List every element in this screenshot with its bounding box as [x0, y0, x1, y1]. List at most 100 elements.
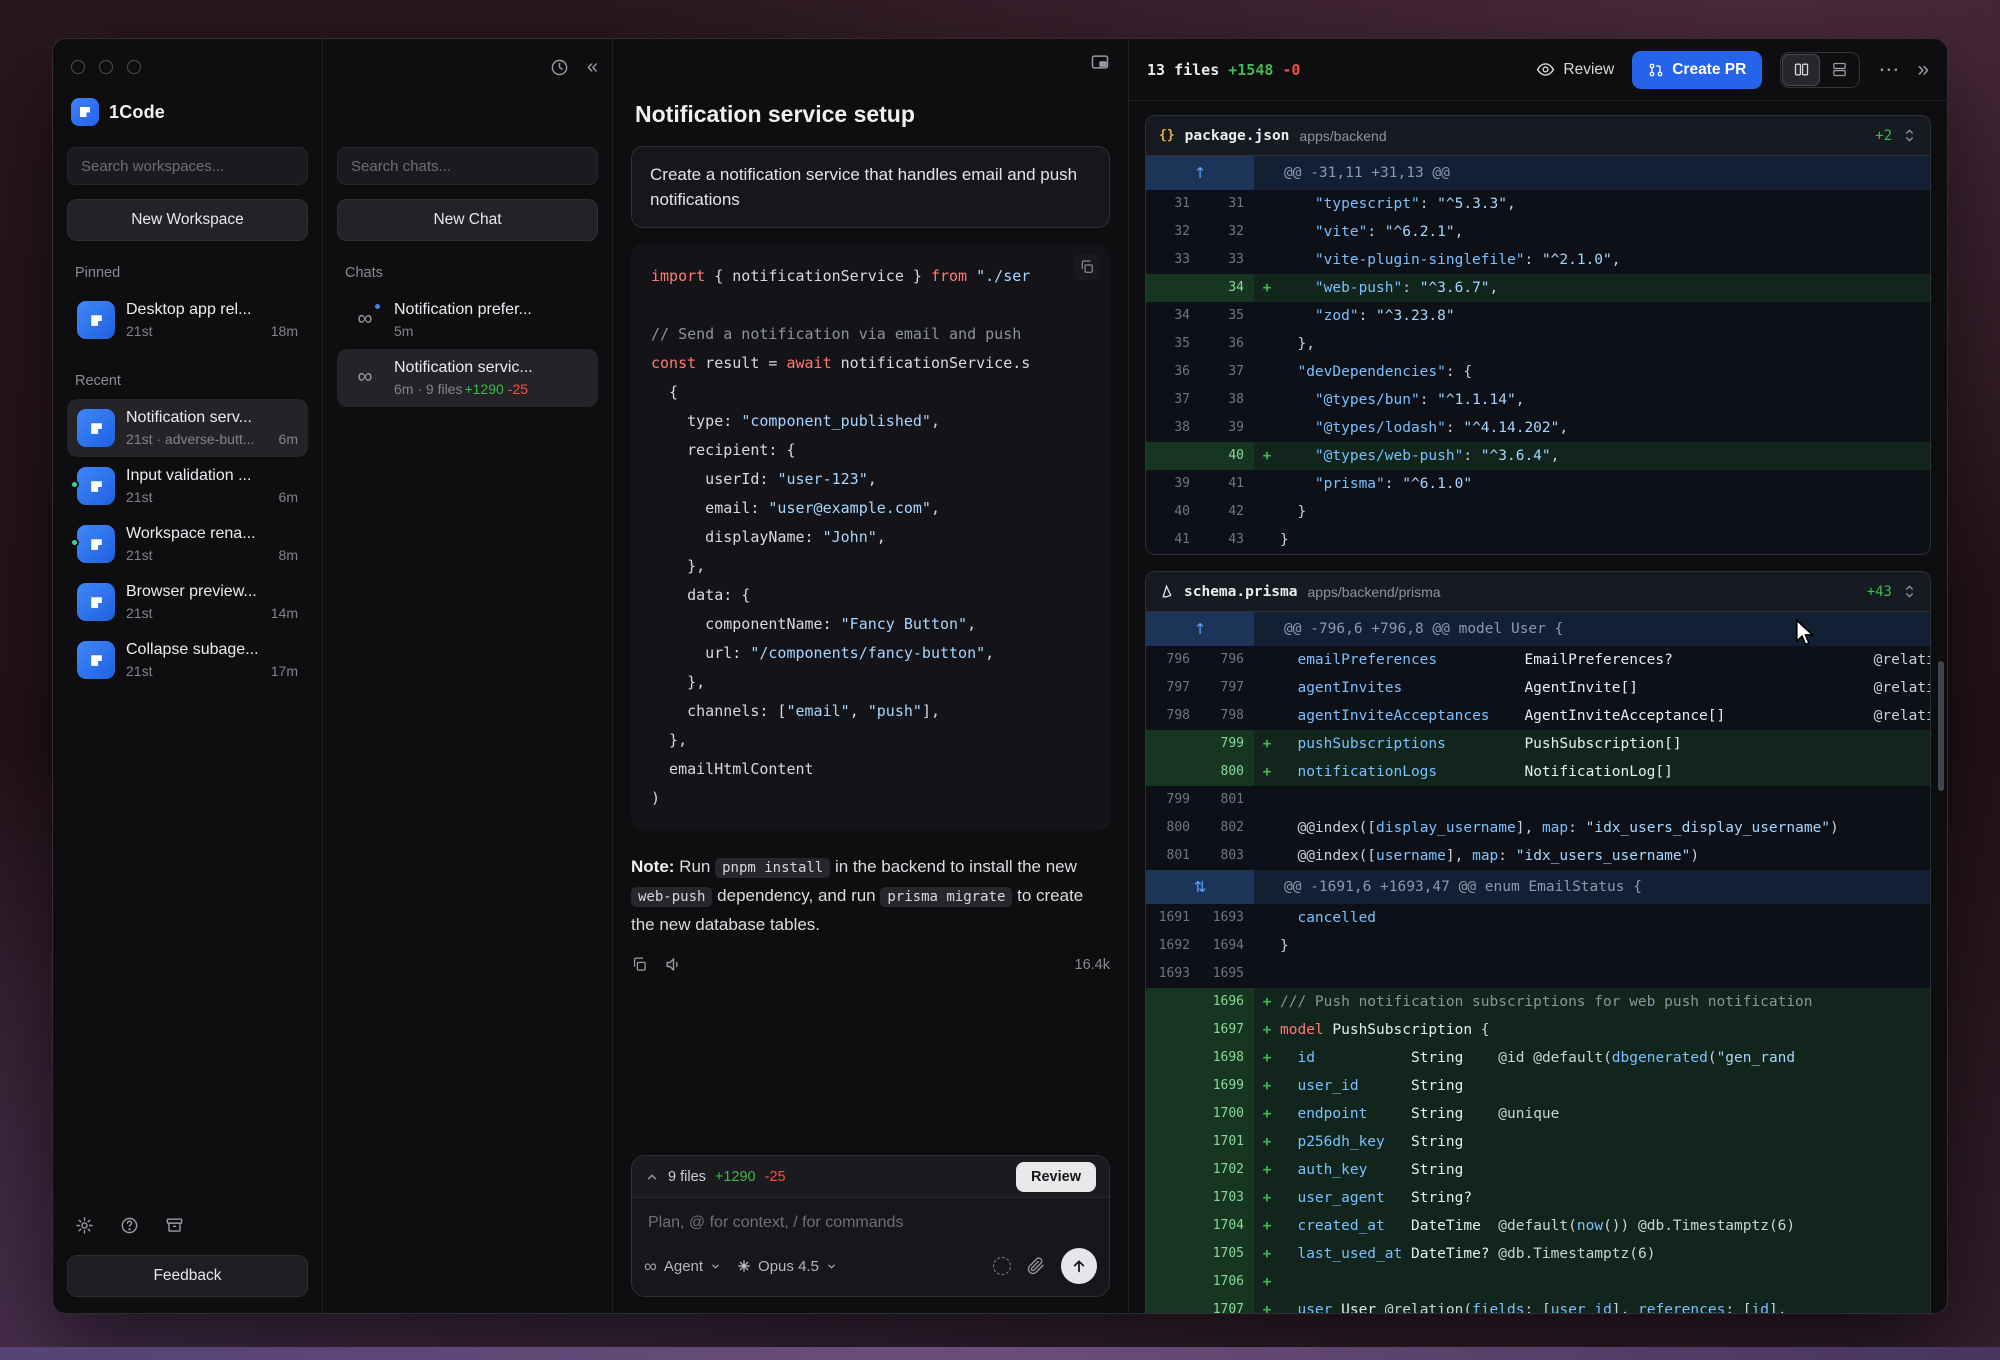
- code-line: },: [651, 726, 1090, 755]
- chevron-up-icon: [645, 1170, 659, 1184]
- minimize-window-button[interactable]: [99, 60, 113, 74]
- changed-files-bar[interactable]: 9 files +1290 -25 Review: [632, 1156, 1109, 1198]
- workspace-item-time: 17m: [271, 663, 298, 679]
- new-line-number: 797: [1200, 674, 1254, 702]
- diff-file-header[interactable]: {}package.jsonapps/backend+2: [1146, 116, 1930, 156]
- chevrons-right-icon: »: [1917, 58, 1929, 81]
- diff-sign: [1254, 498, 1280, 526]
- scrollbar-thumb[interactable]: [1938, 661, 1944, 791]
- files-count: 9 files: [668, 1169, 706, 1185]
- collapse-sidebar-button[interactable]: «: [587, 57, 598, 77]
- chat-item[interactable]: ∞Notification prefer...5m: [337, 291, 598, 349]
- diff-code: user_agent String?: [1280, 1184, 1930, 1212]
- gear-icon: [75, 1216, 94, 1235]
- diff-file-list: {}package.jsonapps/backend+2↑@@ -31,11 +…: [1129, 101, 1947, 1313]
- app-brand: 1Code: [71, 97, 304, 127]
- old-line-number: 1693: [1146, 960, 1200, 988]
- new-line-number: 43: [1200, 526, 1254, 554]
- chevron-down-icon: [710, 1261, 721, 1272]
- workspace-item[interactable]: Input validation ...21st6m: [67, 457, 308, 515]
- old-line-number: [1146, 730, 1200, 758]
- token-count: 16.4k: [1075, 957, 1110, 973]
- create-pr-button[interactable]: Create PR: [1632, 51, 1762, 89]
- collapse-file-button[interactable]: [1902, 584, 1917, 599]
- old-line-number: 1691: [1146, 904, 1200, 932]
- agent-mode-selector[interactable]: ∞ Agent: [644, 1256, 721, 1277]
- attach-file-button[interactable]: [1027, 1257, 1045, 1275]
- diff-line: 3839 "@types/lodash": "^4.14.202",: [1146, 414, 1930, 442]
- workspace-item-subtitle: 21st: [126, 605, 152, 621]
- diff-file-header[interactable]: schema.prismaapps/backend/prisma+43: [1146, 572, 1930, 612]
- model-selector[interactable]: Opus 4.5: [737, 1258, 837, 1275]
- chat-search-input[interactable]: [337, 147, 598, 185]
- diff-sign: [1254, 414, 1280, 442]
- new-workspace-button[interactable]: New Workspace: [67, 199, 308, 241]
- diff-sign: +: [1254, 1296, 1280, 1313]
- diff-sign: [1254, 330, 1280, 358]
- workspace-item[interactable]: Notification serv...21st · adverse-butt.…: [67, 399, 308, 457]
- code-line: {: [651, 378, 1090, 407]
- help-icon: [120, 1216, 139, 1235]
- chat-panel: Notification service setup Create a noti…: [613, 39, 1129, 1313]
- copy-message-button[interactable]: [631, 956, 648, 973]
- eye-icon: [1536, 60, 1555, 79]
- diff-code: "devDependencies": {: [1280, 358, 1930, 386]
- diff-code: p256dh_key String: [1280, 1128, 1930, 1156]
- expand-hunk-button[interactable]: ↑: [1146, 156, 1254, 190]
- open-preview-button[interactable]: [1090, 52, 1110, 72]
- settings-button[interactable]: [75, 1216, 94, 1235]
- context-usage-button[interactable]: [993, 1257, 1011, 1275]
- expand-hunk-button[interactable]: ⇅: [1146, 870, 1254, 904]
- code-line: const result = await notificationService…: [651, 349, 1090, 378]
- message-input[interactable]: [632, 1198, 1109, 1238]
- diff-sign: [1254, 932, 1280, 960]
- diff-code: [1280, 960, 1930, 988]
- help-button[interactable]: [120, 1216, 139, 1235]
- diff-file-path: apps/backend/prisma: [1308, 584, 1441, 600]
- desktop-background: 1Code New Workspace Pinned Desktop app r…: [0, 0, 2000, 1360]
- copy-code-button[interactable]: [1074, 254, 1100, 280]
- history-button[interactable]: [550, 58, 569, 77]
- old-line-number: 799: [1146, 786, 1200, 814]
- old-line-number: 36: [1146, 358, 1200, 386]
- code-line: userId: "user-123",: [651, 465, 1090, 494]
- zoom-window-button[interactable]: [127, 60, 141, 74]
- collapse-file-button[interactable]: [1902, 128, 1917, 143]
- chat-item-title: Notification prefer...: [394, 301, 588, 319]
- chat-item[interactable]: ∞Notification servic...6m · 9 files +129…: [337, 349, 598, 407]
- archive-button[interactable]: [165, 1216, 184, 1235]
- diff-line: 4143}: [1146, 526, 1930, 554]
- diff-sign: +: [1254, 758, 1280, 786]
- more-options-button[interactable]: ⋯: [1878, 59, 1899, 80]
- workspace-item-title: Workspace rena...: [126, 525, 298, 543]
- unfold-icon: [1902, 584, 1917, 599]
- workspace-item[interactable]: Workspace rena...21st8m: [67, 515, 308, 573]
- expand-hunk-button[interactable]: ↑: [1146, 612, 1254, 646]
- old-line-number: [1146, 1128, 1200, 1156]
- new-chat-button[interactable]: New Chat: [337, 199, 598, 241]
- split-view-button[interactable]: [1782, 54, 1820, 86]
- workspace-search-input[interactable]: [67, 147, 308, 185]
- old-line-number: 40: [1146, 498, 1200, 526]
- chevrons-left-icon: «: [587, 57, 598, 77]
- unified-view-button[interactable]: [1820, 54, 1858, 86]
- workspace-item[interactable]: Collapse subage...21st17m: [67, 631, 308, 689]
- diff-code: [1280, 786, 1930, 814]
- diff-code: endpoint String @unique: [1280, 1100, 1930, 1128]
- read-aloud-button[interactable]: [664, 955, 683, 974]
- diff-sign: [1254, 246, 1280, 274]
- send-message-button[interactable]: [1061, 1248, 1097, 1284]
- workspace-item[interactable]: Browser preview...21st14m: [67, 573, 308, 631]
- workspace-item-subtitle: 21st: [126, 663, 152, 679]
- arrow-up-icon: [1071, 1258, 1087, 1274]
- collapse-panel-button[interactable]: »: [1917, 59, 1929, 80]
- workspace-icon: [77, 583, 115, 621]
- paperclip-icon: [1027, 1257, 1045, 1275]
- feedback-button[interactable]: Feedback: [67, 1255, 308, 1297]
- hunk-range-label: @@ -796,6 +796,8 @@ model User {: [1254, 612, 1563, 646]
- review-button[interactable]: Review: [1016, 1162, 1096, 1192]
- close-window-button[interactable]: [71, 60, 85, 74]
- workspace-item[interactable]: Desktop app rel...21st18m: [67, 291, 308, 349]
- chat-infinity-icon: ∞: [347, 301, 383, 337]
- review-changes-button[interactable]: Review: [1536, 60, 1614, 79]
